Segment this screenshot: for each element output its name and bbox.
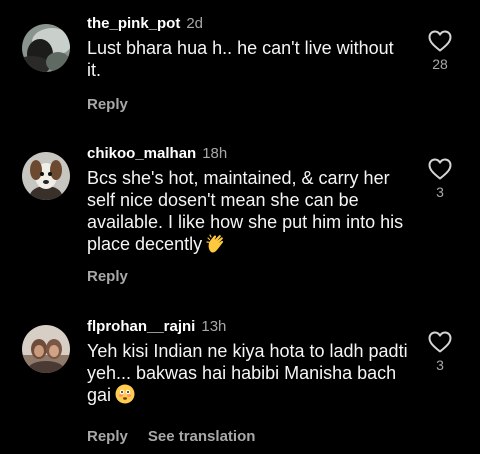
comment-meta: the_pink_pot 2d (87, 14, 412, 34)
heart-icon[interactable] (428, 331, 452, 353)
like-area: 3 (424, 331, 456, 373)
flushed-face-emoji (115, 384, 135, 409)
comment-text-body: Yeh kisi Indian ne kiya hota to ladh pad… (87, 341, 408, 405)
comment-actions: Reply See translation (87, 427, 255, 447)
comment-item: the_pink_pot 2d Lust bhara hua h.. he can… (0, 0, 480, 130)
like-area: 28 (424, 30, 456, 72)
avatar-image (22, 24, 70, 72)
avatar[interactable] (22, 152, 70, 200)
comment-time: 2d (186, 15, 204, 32)
see-translation-button[interactable]: See translation (148, 428, 256, 445)
comment-time: 18h (202, 145, 228, 162)
reply-button[interactable]: Reply (87, 428, 128, 445)
comment-item: flprohan__rajni 13h Yeh kisi Indian ne ki… (0, 305, 480, 454)
avatar-image (22, 152, 70, 200)
heart-icon[interactable] (428, 30, 452, 52)
avatar[interactable] (22, 24, 70, 72)
heart-icon[interactable] (428, 158, 452, 180)
clapping-hands-emoji (206, 233, 226, 258)
like-count: 3 (436, 357, 444, 373)
comment-text-body: Lust bhara hua h.. he can't live without… (87, 38, 394, 80)
avatar-image (22, 325, 70, 373)
reply-button[interactable]: Reply (87, 268, 128, 285)
comment-time: 13h (201, 318, 227, 335)
comment-actions: Reply (87, 267, 128, 287)
comment-actions: Reply (87, 95, 128, 115)
reply-button[interactable]: Reply (87, 96, 128, 113)
comment-text: Yeh kisi Indian ne kiya hota to ladh pad… (87, 340, 412, 409)
like-count: 3 (436, 184, 444, 200)
comment-username[interactable]: flprohan__rajni (87, 318, 195, 335)
like-count: 28 (432, 56, 448, 72)
avatar[interactable] (22, 325, 70, 373)
comment-meta: flprohan__rajni 13h (87, 317, 412, 337)
comments-list: the_pink_pot 2d Lust bhara hua h.. he can… (0, 0, 480, 454)
like-area: 3 (424, 158, 456, 200)
comment-username[interactable]: chikoo_malhan (87, 145, 196, 162)
comment-username[interactable]: the_pink_pot (87, 15, 180, 32)
comment-item: chikoo_malhan 18h Bcs she's hot, maintain… (0, 130, 480, 305)
comment-text: Bcs she's hot, maintained, & carry her s… (87, 167, 412, 258)
comment-text-body: Bcs she's hot, maintained, & carry her s… (87, 168, 404, 254)
comment-meta: chikoo_malhan 18h (87, 144, 412, 164)
comment-text: Lust bhara hua h.. he can't live without… (87, 37, 412, 81)
